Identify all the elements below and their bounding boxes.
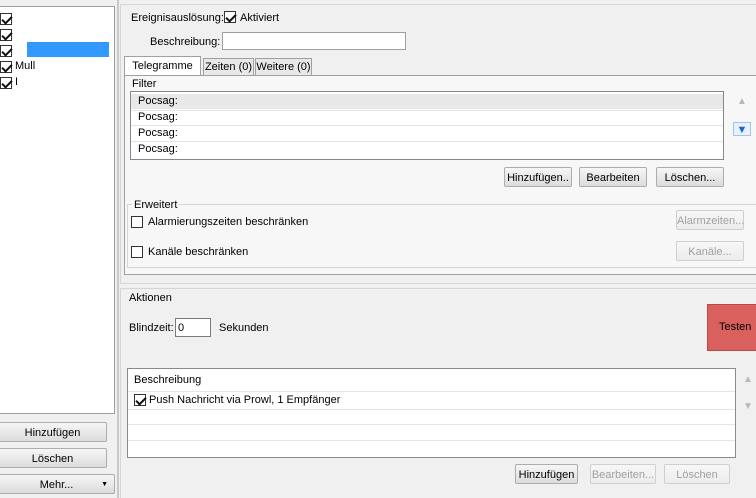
- event-item-3-checkbox[interactable]: [0, 45, 12, 57]
- blind-time-unit: Sekunden: [219, 322, 269, 334]
- limit-channels-label[interactable]: Kanäle beschränken: [148, 246, 248, 258]
- event-item-5-label[interactable]: I: [15, 76, 18, 88]
- action-item-1-checkbox[interactable]: [134, 394, 146, 406]
- filter-delete-button[interactable]: Löschen...: [656, 167, 724, 187]
- filter-list[interactable]: Pocsag: Pocsag: Pocsag: Pocsag:: [130, 91, 724, 160]
- filter-title: Filter: [132, 78, 157, 90]
- description-input[interactable]: [222, 32, 406, 50]
- blind-time-label: Blindzeit:: [129, 322, 174, 334]
- more-button-label: Mehr...: [39, 479, 74, 491]
- actions-list-header: Beschreibung: [134, 374, 202, 386]
- blind-time-input[interactable]: [175, 318, 211, 337]
- filter-row-1-label: Pocsag:: [138, 95, 178, 107]
- tab-times[interactable]: Zeiten (0): [203, 58, 254, 76]
- action-add-button[interactable]: Hinzufügen: [515, 464, 578, 484]
- filter-row-4[interactable]: Pocsag:: [131, 142, 723, 157]
- trigger-enabled-label[interactable]: Aktiviert: [240, 12, 279, 24]
- tab-more-label: Weitere (0): [256, 61, 311, 73]
- trigger-enabled-checkbox[interactable]: [224, 11, 236, 23]
- limit-times-label[interactable]: Alarmierungszeiten beschränken: [148, 216, 308, 228]
- description-label: Beschreibung:: [150, 36, 221, 48]
- filter-row-4-label: Pocsag:: [138, 143, 178, 155]
- alarm-times-button[interactable]: Alarmzeiten...: [676, 210, 744, 230]
- filter-row-2-label: Pocsag:: [138, 111, 178, 123]
- event-list[interactable]: Mull I: [0, 6, 115, 414]
- filter-row-1[interactable]: Pocsag:: [131, 94, 723, 109]
- tab-more[interactable]: Weitere (0): [255, 58, 312, 76]
- event-item-4-checkbox[interactable]: [0, 61, 12, 73]
- chevron-down-icon: ▼: [101, 481, 108, 488]
- actions-list[interactable]: Beschreibung Push Nachricht via Prowl, 1…: [127, 368, 736, 458]
- event-item-5-checkbox[interactable]: [0, 77, 12, 89]
- limit-channels-checkbox[interactable]: [131, 246, 143, 258]
- event-item-1-checkbox[interactable]: [0, 13, 12, 25]
- panel-splitter[interactable]: [117, 0, 119, 498]
- action-move-up-icon[interactable]: ▲: [741, 374, 755, 386]
- action-delete-button[interactable]: Löschen: [664, 464, 730, 484]
- tab-times-label: Zeiten (0): [204, 61, 253, 73]
- test-button-label: Testen: [719, 321, 752, 333]
- event-item-3-selection[interactable]: [27, 42, 109, 57]
- action-item-1-label[interactable]: Push Nachricht via Prowl, 1 Empfänger: [149, 394, 340, 406]
- trigger-label: Ereignisauslösung:: [131, 12, 224, 24]
- limit-times-checkbox[interactable]: [131, 216, 143, 228]
- test-button[interactable]: Testen: [707, 304, 756, 351]
- delete-event-button[interactable]: Löschen: [0, 448, 107, 468]
- filter-row-2[interactable]: Pocsag:: [131, 110, 723, 125]
- move-down-icon[interactable]: ▼: [733, 122, 751, 136]
- action-edit-button[interactable]: Bearbeiten...: [590, 464, 656, 484]
- actions-title: Aktionen: [129, 292, 172, 304]
- move-up-icon[interactable]: ▲: [735, 96, 749, 108]
- filter-edit-button[interactable]: Bearbeiten: [579, 167, 647, 187]
- event-item-4-label[interactable]: Mull: [15, 60, 35, 72]
- channels-button[interactable]: Kanäle...: [676, 241, 744, 261]
- filter-row-3[interactable]: Pocsag:: [131, 126, 723, 141]
- more-button[interactable]: Mehr... ▼: [0, 474, 115, 494]
- advanced-title: Erweitert: [132, 199, 180, 211]
- advanced-group: [127, 204, 756, 268]
- filter-add-button[interactable]: Hinzufügen..: [504, 167, 572, 187]
- tab-telegrams[interactable]: Telegramme (4): [124, 56, 201, 90]
- event-item-2-checkbox[interactable]: [0, 29, 12, 41]
- add-event-button[interactable]: Hinzufügen: [0, 422, 107, 442]
- filter-row-3-label: Pocsag:: [138, 127, 178, 139]
- action-move-down-icon[interactable]: ▼: [741, 401, 755, 413]
